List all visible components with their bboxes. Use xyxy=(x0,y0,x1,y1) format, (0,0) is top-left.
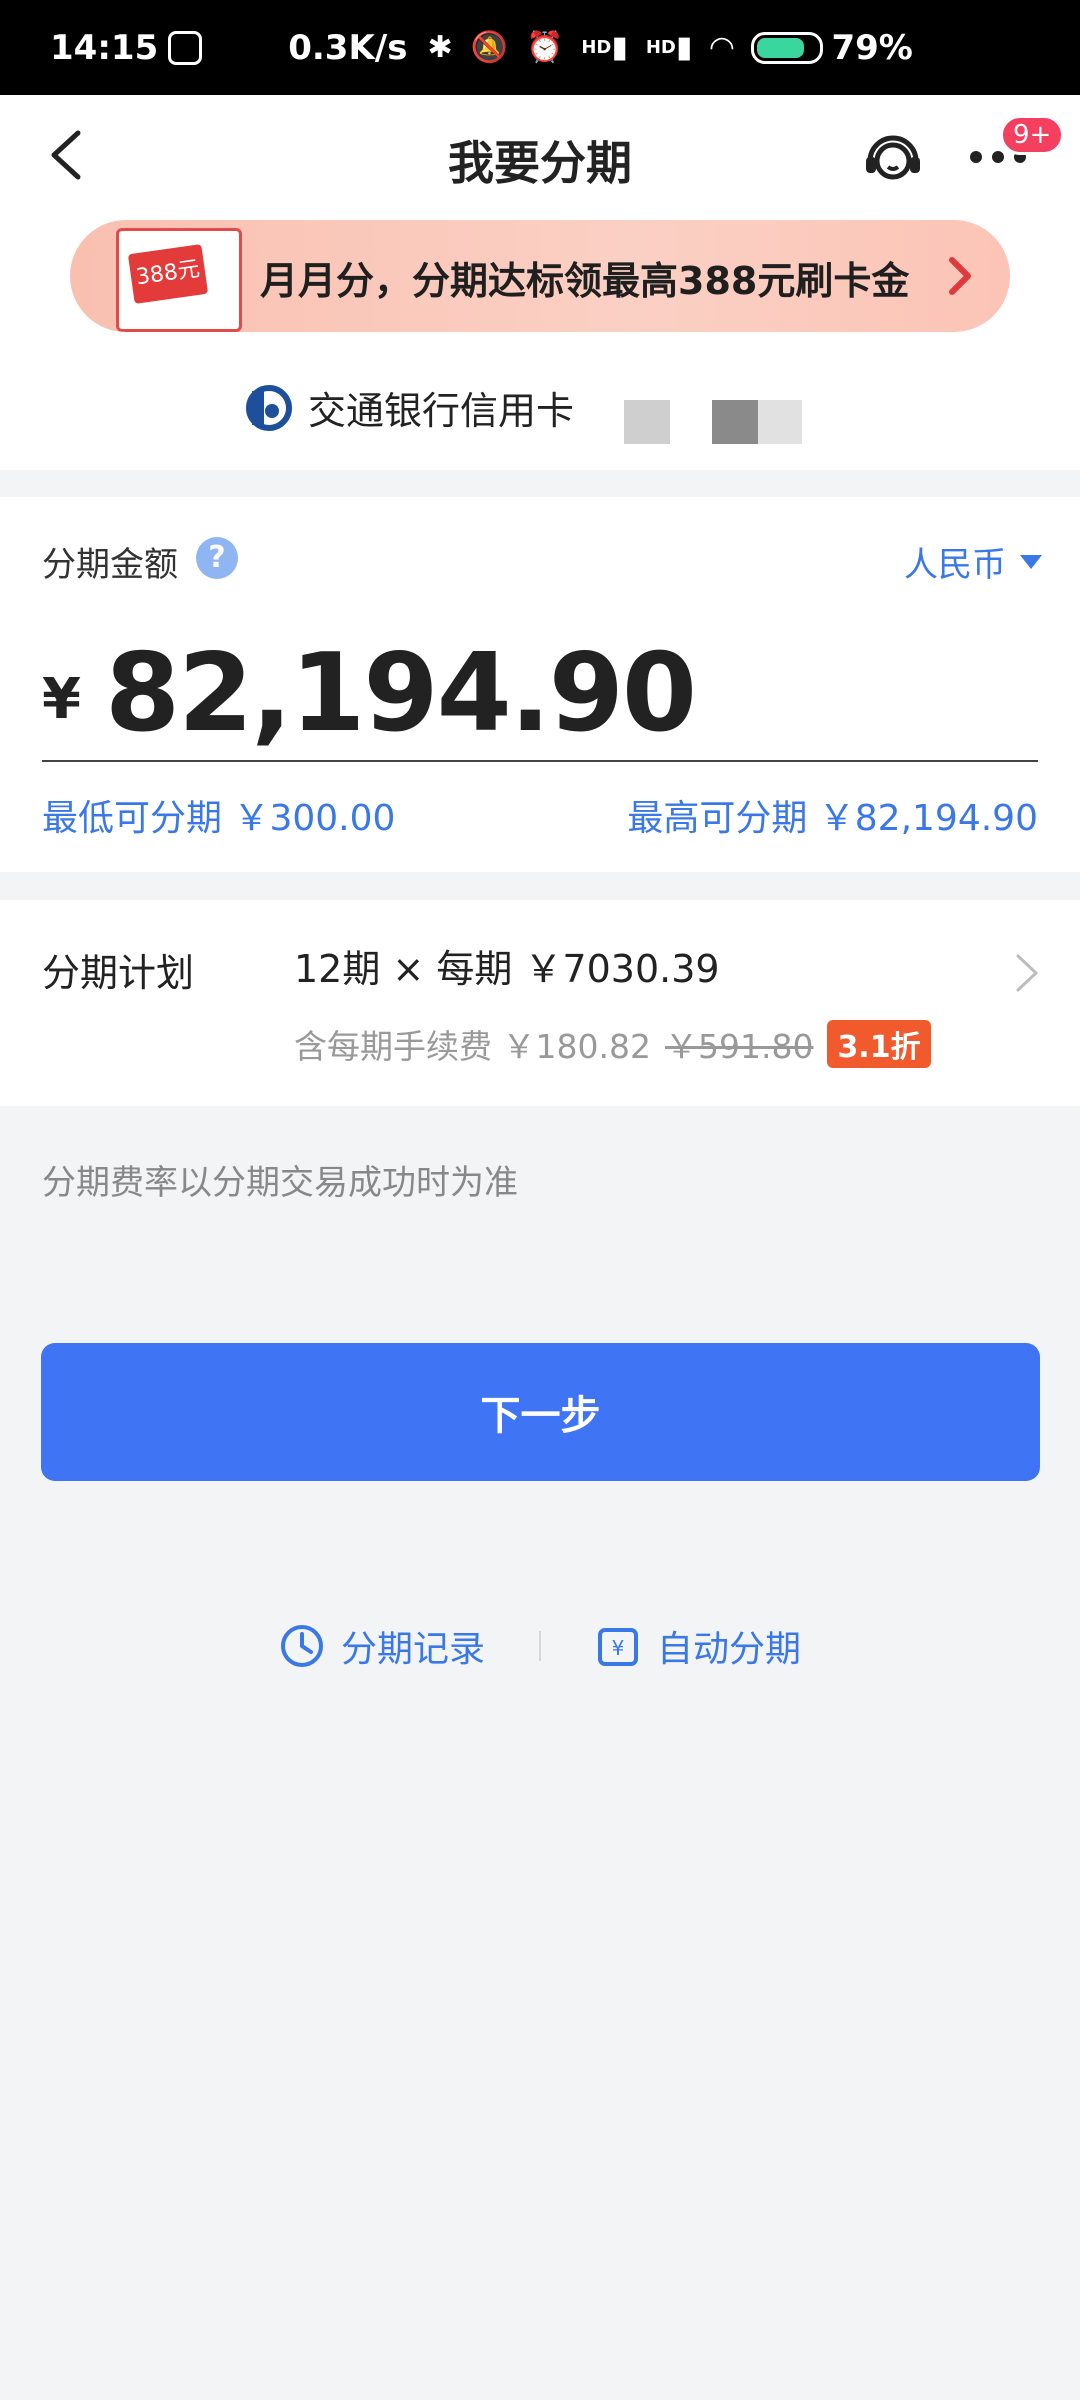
customer-service-button[interactable] xyxy=(858,123,928,193)
amount-label: 分期金额 xyxy=(42,545,178,585)
bank-name: 交通银行信用卡 xyxy=(308,389,575,433)
bank-card-selector[interactable]: 交通银行信用卡 xyxy=(246,380,574,435)
more-menu-button[interactable]: 9+ xyxy=(970,115,1065,185)
banner-section: 388元 月月分，分期达标领最高388元刷卡金 交通银行信用卡 xyxy=(0,220,1080,470)
amount-input[interactable]: ¥ 82,194.90 xyxy=(42,627,1038,762)
headset-icon xyxy=(866,135,920,180)
plan-fee: 含每期手续费 ￥180.82 xyxy=(294,1027,651,1066)
nav-header: 我要分期 9+ xyxy=(0,95,1080,220)
help-icon[interactable]: ? xyxy=(196,537,238,579)
plan-label: 分期计划 xyxy=(42,951,195,995)
divider xyxy=(539,1631,541,1661)
currency-dropdown[interactable]: 人民币 xyxy=(904,537,1042,586)
promo-text: 月月分，分期达标领最高388元刷卡金 xyxy=(260,259,910,303)
signal-icon-1: HD ▮ xyxy=(581,30,628,65)
yen-symbol: ¥ xyxy=(42,667,81,732)
notification-badge: 9+ xyxy=(1000,115,1065,155)
wifi-icon: ◠ xyxy=(710,30,734,65)
max-installment[interactable]: 最高可分期 ￥82,194.90 xyxy=(627,789,1038,841)
promo-card-image: 388元 xyxy=(116,228,242,332)
svg-text:¥: ¥ xyxy=(612,1636,625,1660)
currency-label: 人民币 xyxy=(904,545,1006,585)
dropdown-triangle-icon xyxy=(1020,554,1042,569)
chevron-right-icon xyxy=(949,257,971,295)
amount-card: 分期金额 ? 人民币 ¥ 82,194.90 最低可分期 ￥300.00 最高可… xyxy=(0,497,1080,872)
battery-level: 79% xyxy=(831,27,913,68)
alarm-icon: ⏰ xyxy=(525,30,564,65)
plan-fee-row: 含每期手续费 ￥180.82 ￥591.80 3.1折 xyxy=(294,1020,931,1068)
status-time: 14:15 xyxy=(50,27,159,68)
auto-label: 自动分期 xyxy=(657,1629,802,1670)
bluetooth-icon: ✱ xyxy=(427,30,453,65)
promo-banner[interactable]: 388元 月月分，分期达标领最高388元刷卡金 xyxy=(70,220,1010,332)
status-bar: 14:15 0.3K/s ✱ 🔕 ⏰ HD ▮ HD ▮ ◠ 79% xyxy=(0,0,1080,95)
signal-icon-2: HD ▮ xyxy=(645,30,693,65)
battery-icon xyxy=(751,31,824,64)
yen-calendar-icon: ¥ xyxy=(598,1628,638,1666)
app-notification-icon xyxy=(168,30,203,65)
mute-icon: 🔕 xyxy=(470,30,508,65)
installment-plan-row[interactable]: 分期计划 12期 × 每期 ￥7030.39 含每期手续费 ￥180.82 ￥5… xyxy=(0,900,1080,1106)
clock-icon xyxy=(280,1625,323,1667)
installment-records-link[interactable]: 分期记录 xyxy=(279,1620,485,1672)
chevron-right-icon xyxy=(1016,954,1038,992)
discount-badge: 3.1折 xyxy=(827,1020,931,1068)
records-label: 分期记录 xyxy=(340,1629,485,1670)
masked-card-number xyxy=(712,400,758,444)
network-speed: 0.3K/s xyxy=(288,27,408,68)
plan-summary: 12期 × 每期 ￥7030.39 xyxy=(294,947,720,991)
bocom-logo-icon xyxy=(246,384,292,431)
next-step-button[interactable]: 下一步 xyxy=(41,1343,1040,1481)
original-fee: ￥591.80 xyxy=(664,1027,814,1066)
rate-note: 分期费率以分期交易成功时为准 xyxy=(42,1163,518,1203)
auto-installment-link[interactable]: ¥ 自动分期 xyxy=(595,1620,801,1672)
masked-card-number xyxy=(624,400,670,444)
bottom-links: 分期记录 ¥ 自动分期 xyxy=(0,1620,1080,1672)
min-installment: 最低可分期 ￥300.00 xyxy=(42,798,396,839)
amount-value: 82,194.90 xyxy=(104,631,697,756)
masked-card-number xyxy=(758,400,802,444)
